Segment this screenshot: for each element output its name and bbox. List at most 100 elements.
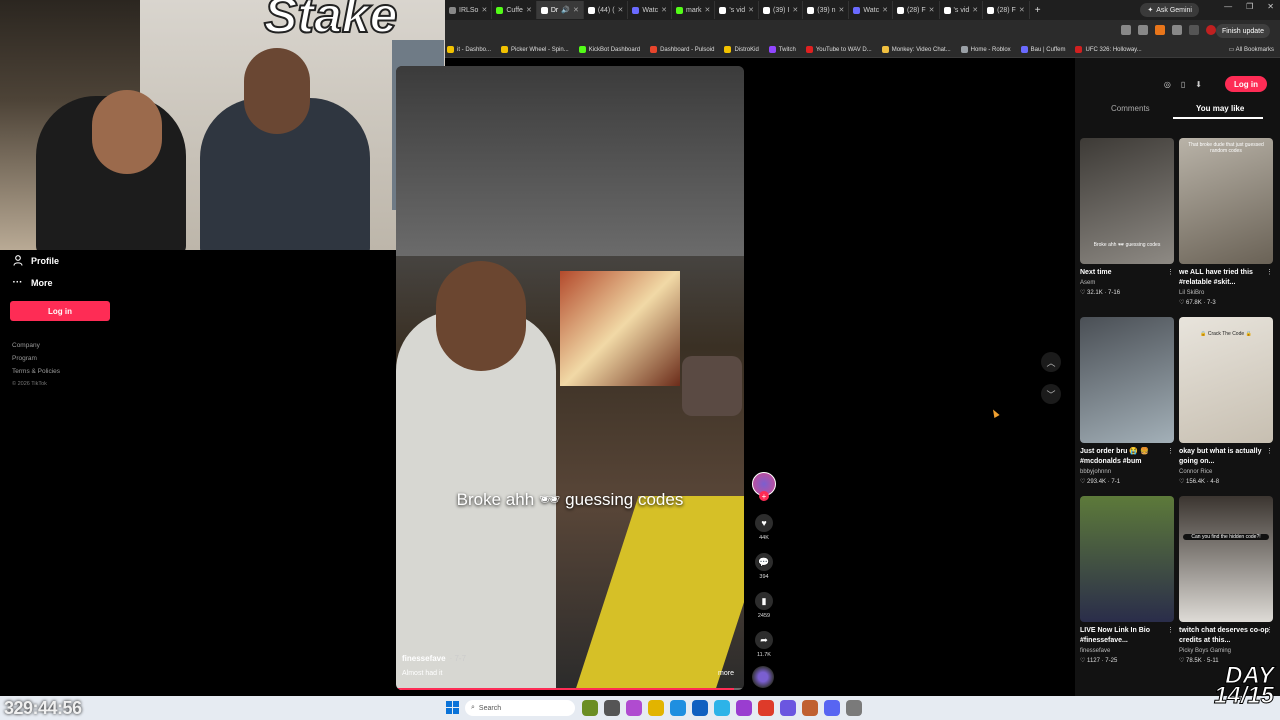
- all-bookmarks-button[interactable]: ▭ All Bookmarks: [1229, 46, 1274, 53]
- card-author[interactable]: finessefave: [1080, 648, 1174, 654]
- browser-tab[interactable]: Watc ✕: [849, 1, 893, 19]
- extensions-puzzle-icon[interactable]: [1172, 25, 1182, 35]
- browser-tab[interactable]: (39) n ✕: [803, 1, 850, 19]
- bookmark-item[interactable]: Home - Roblox: [960, 46, 1011, 53]
- browser-tab[interactable]: mark ✕: [672, 1, 716, 19]
- sidebar-item-profile[interactable]: Profile: [12, 255, 59, 266]
- card-thumbnail[interactable]: Broke ahh 🕶 guessing codes: [1080, 138, 1174, 264]
- app-icon[interactable]: [736, 700, 752, 716]
- download-icon[interactable]: ⬇: [1195, 80, 1202, 89]
- close-tab-icon[interactable]: ✕: [705, 6, 711, 14]
- recommended-card[interactable]: Can you find the hidden code?! twitch ch…: [1179, 496, 1273, 664]
- browser-tab[interactable]: IRLSo ✕: [445, 1, 493, 19]
- close-tab-icon[interactable]: ✕: [972, 6, 978, 14]
- chrome-icon[interactable]: [758, 700, 774, 716]
- tab-comments[interactable]: Comments: [1111, 104, 1150, 113]
- discord-icon[interactable]: [824, 700, 840, 716]
- bookmark-item[interactable]: Bau | Cuffem: [1020, 46, 1065, 53]
- close-tab-icon[interactable]: ✕: [748, 6, 754, 14]
- minimize-icon[interactable]: —: [1224, 2, 1232, 11]
- task-view-icon[interactable]: [604, 700, 620, 716]
- close-tab-icon[interactable]: ✕: [792, 6, 798, 14]
- footer-link-terms[interactable]: Terms & Policies: [12, 368, 60, 375]
- card-options-icon[interactable]: ⋮: [1167, 268, 1174, 276]
- card-options-icon[interactable]: ⋮: [1266, 626, 1273, 634]
- video-progress-bar[interactable]: [396, 688, 744, 690]
- login-button[interactable]: Log in: [1225, 76, 1267, 92]
- save-action[interactable]: ▮ 2459: [753, 592, 775, 619]
- app-icon[interactable]: [802, 700, 818, 716]
- card-thumbnail[interactable]: [1080, 317, 1174, 443]
- close-tab-icon[interactable]: ✕: [929, 6, 935, 14]
- browser-tab[interactable]: (28) F ✕: [893, 1, 940, 19]
- footer-link-company[interactable]: Company: [12, 342, 40, 349]
- sidebar-item-more[interactable]: ··· More: [12, 277, 53, 288]
- comment-action[interactable]: 💬 394: [753, 553, 775, 580]
- tab-you-may-like[interactable]: You may like: [1196, 104, 1244, 113]
- browser-tab[interactable]: 's vid ✕: [940, 1, 984, 19]
- bookmark-item[interactable]: KickBot Dashboard: [578, 46, 640, 53]
- close-tab-icon[interactable]: ✕: [573, 6, 579, 14]
- share-arrow-icon[interactable]: ➦: [755, 631, 773, 649]
- bookmark-item[interactable]: Dashboard - Pulsoid: [650, 46, 714, 53]
- ask-gemini-button[interactable]: ✦ Ask Gemini: [1140, 3, 1199, 17]
- bookmark-item[interactable]: Monkey: Video Chat...: [881, 46, 951, 53]
- recommended-card[interactable]: That broke dude that just guessed random…: [1179, 138, 1273, 306]
- install-icon[interactable]: [1121, 25, 1131, 35]
- music-disc-icon[interactable]: [752, 666, 774, 688]
- card-options-icon[interactable]: ⋮: [1167, 447, 1174, 455]
- browser-tab[interactable]: Cuffe ✕: [492, 1, 537, 19]
- maximize-icon[interactable]: ❐: [1246, 2, 1253, 11]
- windows-start-icon[interactable]: [446, 701, 459, 714]
- close-window-icon[interactable]: ✕: [1267, 2, 1274, 11]
- comment-icon[interactable]: 💬: [755, 553, 773, 571]
- profile-avatar-icon[interactable]: [1206, 25, 1216, 35]
- bookmark-star-icon[interactable]: [1138, 25, 1148, 35]
- heart-icon[interactable]: ♥: [755, 514, 773, 532]
- close-tab-icon[interactable]: ✕: [882, 6, 888, 14]
- card-options-icon[interactable]: ⋮: [1167, 626, 1174, 634]
- bookmark-item[interactable]: it - Dashbo...: [447, 46, 491, 53]
- close-tab-icon[interactable]: ✕: [526, 6, 532, 14]
- compass-icon[interactable]: ◎: [1164, 80, 1171, 89]
- card-author[interactable]: Asem: [1080, 280, 1174, 286]
- card-author[interactable]: bbbyjohnnn: [1080, 469, 1174, 475]
- more-link[interactable]: more: [718, 670, 734, 677]
- app-icon[interactable]: [714, 700, 730, 716]
- browser-tab[interactable]: Watc ✕: [628, 1, 672, 19]
- finish-update-button[interactable]: Finish update: [1215, 24, 1270, 38]
- follow-plus-icon[interactable]: +: [759, 491, 769, 501]
- recommended-card[interactable]: 🔒 Crack The Code 🔒 okay but what is actu…: [1179, 317, 1273, 485]
- card-thumbnail[interactable]: 🔒 Crack The Code 🔒: [1179, 317, 1273, 443]
- recommended-card[interactable]: Just order bru 😭 🍔 #mcdonalds #bum bbbyj…: [1080, 317, 1174, 485]
- bookmark-icon[interactable]: ▮: [755, 592, 773, 610]
- bookmark-item[interactable]: UFC 326: Holloway...: [1075, 46, 1142, 53]
- browser-tab[interactable]: (28) F ✕: [983, 1, 1030, 19]
- copilot-icon[interactable]: [626, 700, 642, 716]
- card-thumbnail[interactable]: [1080, 496, 1174, 622]
- store-icon[interactable]: [692, 700, 708, 716]
- settings-gear-icon[interactable]: [846, 700, 862, 716]
- chevron-down-icon[interactable]: ﹀: [1041, 384, 1061, 404]
- close-tab-icon[interactable]: ✕: [481, 6, 487, 14]
- card-options-icon[interactable]: ⋮: [1266, 447, 1273, 455]
- new-tab-button[interactable]: +: [1030, 5, 1046, 16]
- browser-tab[interactable]: (39) I ✕: [759, 1, 804, 19]
- card-author[interactable]: Picky Boys Gaming: [1179, 648, 1273, 654]
- file-explorer-icon[interactable]: [648, 700, 664, 716]
- edge-icon[interactable]: [670, 700, 686, 716]
- card-author[interactable]: Connor Rice: [1179, 469, 1273, 475]
- browser-tab[interactable]: 's vid ✕: [715, 1, 760, 19]
- card-options-icon[interactable]: ⋮: [1266, 268, 1273, 276]
- close-tab-icon[interactable]: ✕: [839, 6, 845, 14]
- card-thumbnail[interactable]: That broke dude that just guessed random…: [1179, 138, 1273, 264]
- side-panel-icon[interactable]: [1189, 25, 1199, 35]
- speaker-icon[interactable]: 🔊: [561, 6, 570, 14]
- close-tab-icon[interactable]: ✕: [618, 6, 624, 14]
- browser-tab[interactable]: (44) (✕: [584, 1, 629, 19]
- taskbar-search[interactable]: ⌕ Search: [465, 700, 575, 716]
- phone-icon[interactable]: ▯: [1181, 80, 1185, 89]
- card-thumbnail[interactable]: Can you find the hidden code?!: [1179, 496, 1273, 622]
- close-tab-icon[interactable]: ✕: [661, 6, 667, 14]
- bookmark-item[interactable]: DistroKid: [724, 46, 759, 53]
